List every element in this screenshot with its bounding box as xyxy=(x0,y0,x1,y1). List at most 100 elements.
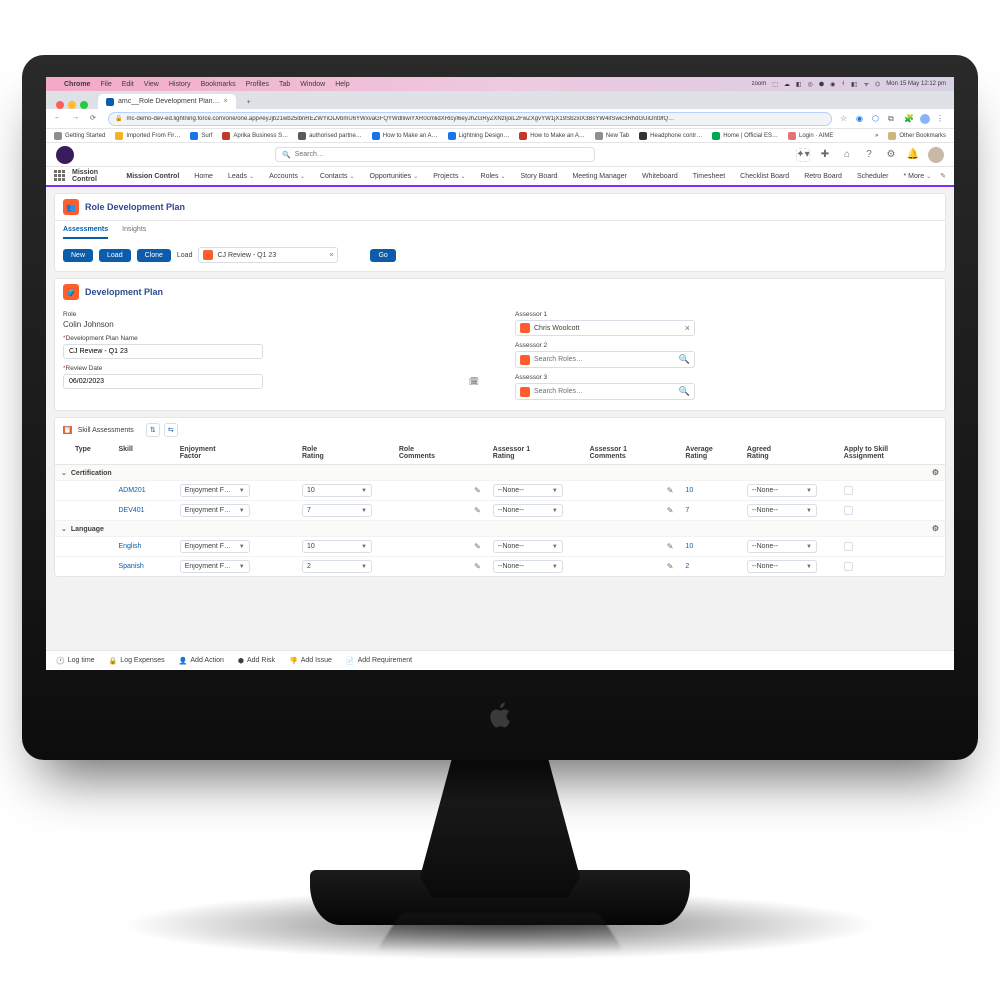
role-rating-select[interactable]: 7▼ xyxy=(302,504,372,517)
menu-edit[interactable]: Edit xyxy=(122,81,134,88)
menubar-wifi-icon[interactable]: ᯤ xyxy=(864,80,869,88)
menubar-datetime[interactable]: Mon 15 May 12:12 pm xyxy=(886,81,946,87)
bookmark-item[interactable]: Headphone contr… xyxy=(639,132,702,140)
bookmark-item[interactable]: Surf xyxy=(190,132,212,140)
skill-link[interactable]: ADM201 xyxy=(112,481,173,501)
bookmark-item[interactable]: Aprika Business S… xyxy=(222,132,288,140)
menu-profiles[interactable]: Profiles xyxy=(246,81,269,88)
bookmark-item[interactable]: How to Make an A… xyxy=(519,132,585,140)
enjoyment-select[interactable]: Enjoyment F…▼ xyxy=(180,560,250,573)
utility-add-action[interactable]: 👤Add Action xyxy=(179,657,224,665)
agreed-rating-select[interactable]: --None--▼ xyxy=(747,540,817,553)
agreed-rating-select[interactable]: --None--▼ xyxy=(747,560,817,573)
utility-add-risk[interactable]: ⬢Add Risk xyxy=(238,657,275,665)
nav-story-board[interactable]: Story Board xyxy=(514,167,563,185)
assessor1-rating-select[interactable]: --None--▼ xyxy=(493,540,563,553)
tab-insights[interactable]: Insights xyxy=(122,221,146,239)
assessor1-rating-select[interactable]: --None--▼ xyxy=(493,484,563,497)
apply-checkbox[interactable] xyxy=(844,542,853,551)
clone-button[interactable]: Clone xyxy=(137,249,171,262)
extension-icon[interactable]: ⧉ xyxy=(888,114,898,124)
profile-icon[interactable] xyxy=(920,114,930,124)
edit-icon[interactable]: ✎ xyxy=(667,486,674,495)
menubar-icon[interactable]: ◉ xyxy=(830,81,835,88)
help-icon[interactable]: ? xyxy=(862,148,876,162)
back-button[interactable]: ← xyxy=(54,114,64,124)
assessor1-rating-select[interactable]: --None--▼ xyxy=(493,560,563,573)
nav-mission-control[interactable]: Mission Control xyxy=(120,167,185,185)
reload-button[interactable]: ⟳ xyxy=(90,114,100,124)
browser-tab[interactable]: amc__Role Development Plan… × xyxy=(98,94,236,109)
menubar-icon[interactable]: ☁ xyxy=(784,81,790,88)
menu-view[interactable]: View xyxy=(144,81,159,88)
tab-assessments[interactable]: Assessments xyxy=(63,221,108,239)
apply-checkbox[interactable] xyxy=(844,506,853,515)
enjoyment-select[interactable]: Enjoyment F…▼ xyxy=(180,540,250,553)
menubar-icon[interactable]: ◎ xyxy=(808,81,813,88)
menu-tab[interactable]: Tab xyxy=(279,81,290,88)
favorites-add-icon[interactable]: ✚ xyxy=(818,148,832,162)
nav-home[interactable]: Home xyxy=(188,167,219,185)
menubar-bluetooth-icon[interactable]: ᚼ xyxy=(841,81,845,87)
edit-icon[interactable]: ✎ xyxy=(474,562,481,571)
bookmark-item[interactable]: How to Make an A… xyxy=(372,132,438,140)
review-date-input[interactable] xyxy=(63,374,263,389)
bookmark-item[interactable]: Home | Official ES… xyxy=(712,132,778,140)
menu-file[interactable]: File xyxy=(100,81,111,88)
global-actions-icon[interactable]: ⌂ xyxy=(840,148,854,162)
clear-lookup-icon[interactable]: × xyxy=(685,323,690,333)
nav-retro-board[interactable]: Retro Board xyxy=(798,167,848,185)
global-search[interactable]: 🔍 Search… xyxy=(275,147,595,162)
expand-all-button[interactable]: ⇅ xyxy=(146,423,160,437)
skill-group-row[interactable]: ⌄Certification⚙ xyxy=(55,465,945,481)
edit-icon[interactable]: ✎ xyxy=(474,542,481,551)
nav-timesheet[interactable]: Timesheet xyxy=(687,167,731,185)
extension-icon[interactable]: ☆ xyxy=(840,114,850,124)
close-tab-icon[interactable]: × xyxy=(224,98,228,105)
role-rating-select[interactable]: 10▼ xyxy=(302,540,372,553)
bookmark-item[interactable]: Getting Started xyxy=(54,132,105,140)
assessor1-lookup[interactable]: Chris Woolcott × xyxy=(515,320,695,336)
menubar-icon[interactable]: ⬚ xyxy=(772,81,778,88)
edit-icon[interactable]: ✎ xyxy=(474,506,481,515)
assessor1-rating-select[interactable]: --None--▼ xyxy=(493,504,563,517)
enjoyment-select[interactable]: Enjoyment F…▼ xyxy=(180,484,250,497)
load-button[interactable]: Load xyxy=(99,249,131,262)
skill-link[interactable]: Spanish xyxy=(112,557,173,577)
new-tab-button[interactable]: + xyxy=(242,95,256,109)
menu-window[interactable]: Window xyxy=(300,81,325,88)
load-lookup-field[interactable]: CJ Review - Q1 23 × xyxy=(198,247,338,263)
edit-nav-icon[interactable]: ✎ xyxy=(940,172,946,180)
skill-group-row[interactable]: ⌄Language⚙ xyxy=(55,521,945,537)
org-logo-icon[interactable] xyxy=(56,146,74,164)
calendar-icon[interactable]: 🗓 xyxy=(469,377,479,386)
apply-checkbox[interactable] xyxy=(844,486,853,495)
utility-add-requirement[interactable]: 📄Add Requirement xyxy=(346,657,412,665)
setup-gear-icon[interactable]: ⚙ xyxy=(884,148,898,162)
menu-history[interactable]: History xyxy=(169,81,191,88)
edit-icon[interactable]: ✎ xyxy=(667,506,674,515)
menubar-icon[interactable]: ⬢ xyxy=(819,81,824,88)
enjoyment-select[interactable]: Enjoyment F…▼ xyxy=(180,504,250,517)
bookmark-item[interactable]: Lightning Design… xyxy=(448,132,510,140)
user-avatar-icon[interactable] xyxy=(928,147,944,163)
menubar-icon[interactable]: ◧ xyxy=(796,81,802,88)
extension-icon[interactable]: ◉ xyxy=(856,114,866,124)
plan-name-input[interactable] xyxy=(63,344,263,359)
menu-bookmarks[interactable]: Bookmarks xyxy=(201,81,236,88)
apply-checkbox[interactable] xyxy=(844,562,853,571)
nav-leads[interactable]: Leads⌄ xyxy=(222,167,260,185)
agreed-rating-select[interactable]: --None--▼ xyxy=(747,484,817,497)
skill-link[interactable]: DEV401 xyxy=(112,501,173,521)
nav-checklist-board[interactable]: Checklist Board xyxy=(734,167,795,185)
nav-accounts[interactable]: Accounts⌄ xyxy=(263,167,311,185)
nav-projects[interactable]: Projects⌄ xyxy=(427,167,471,185)
collapse-all-button[interactable]: ⇆ xyxy=(164,423,178,437)
bookmark-item[interactable]: Login · AIME xyxy=(788,132,833,140)
utility-log-time[interactable]: 🕐Log time xyxy=(56,657,95,665)
nav-whiteboard[interactable]: Whiteboard xyxy=(636,167,684,185)
clear-lookup-icon[interactable]: × xyxy=(329,252,333,259)
nav-opportunities[interactable]: Opportunities⌄ xyxy=(364,167,425,185)
bookmark-item[interactable]: Imported From Fir… xyxy=(115,132,180,140)
extension-icon[interactable]: ⬡ xyxy=(872,114,882,124)
